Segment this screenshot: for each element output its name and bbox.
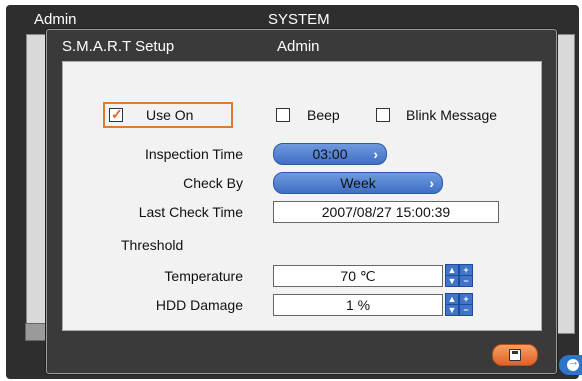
threshold-heading: Threshold <box>121 237 184 253</box>
inspection-time-label: Inspection Time <box>144 146 243 162</box>
save-button[interactable] <box>492 344 538 366</box>
hdd-damage-label: HDD Damage <box>155 297 243 313</box>
outer-title-system: SYSTEM <box>268 11 330 28</box>
last-check-time-field: 2007/08/27 15:00:39 <box>273 201 499 223</box>
smart-setup-dialog: S.M.A.R.T Setup Admin ✓ Use On Beep Blin… <box>46 29 557 374</box>
temperature-field[interactable]: 70 ℃ <box>273 265 443 287</box>
beep-label: Beep <box>307 107 340 123</box>
inspection-time-value: 03:00 <box>312 146 348 162</box>
outer-title-admin: Admin <box>34 11 77 28</box>
checkmark-icon: ✓ <box>111 106 123 122</box>
check-by-select[interactable]: Week › <box>273 172 443 194</box>
check-by-label: Check By <box>183 175 243 191</box>
temperature-label: Temperature <box>164 268 243 284</box>
spin-down-icon[interactable]: ▼ <box>445 275 459 287</box>
last-check-time-label: Last Check Time <box>138 204 243 220</box>
spin-down-icon[interactable]: ▼ <box>445 304 459 316</box>
dialog-user: Admin <box>277 38 320 55</box>
use-on-label: Use On <box>146 107 194 123</box>
chevron-right-icon: › <box>373 146 378 162</box>
next-page-button[interactable] <box>559 355 582 375</box>
outer-scroll-handle[interactable] <box>25 323 47 341</box>
temperature-stepper: ▲ ▼ + − <box>445 264 475 287</box>
blink-message-label: Blink Message <box>406 107 498 123</box>
inspection-time-select[interactable]: 03:00 › <box>273 143 387 165</box>
minus-icon[interactable]: − <box>459 304 473 316</box>
floppy-disk-icon <box>509 349 521 361</box>
chevron-right-icon: › <box>429 175 434 191</box>
hdd-damage-stepper: ▲ ▼ + − <box>445 293 475 316</box>
blink-message-checkbox[interactable] <box>376 108 390 122</box>
beep-checkbox[interactable] <box>276 108 290 122</box>
dialog-title: S.M.A.R.T Setup <box>62 38 175 55</box>
settings-panel: ✓ Use On Beep Blink Message Inspection T… <box>62 61 542 331</box>
use-on-checkbox[interactable]: ✓ <box>109 106 123 122</box>
hdd-damage-field[interactable]: 1 % <box>273 294 443 316</box>
minus-icon[interactable]: − <box>459 275 473 287</box>
check-by-value: Week <box>340 175 376 191</box>
